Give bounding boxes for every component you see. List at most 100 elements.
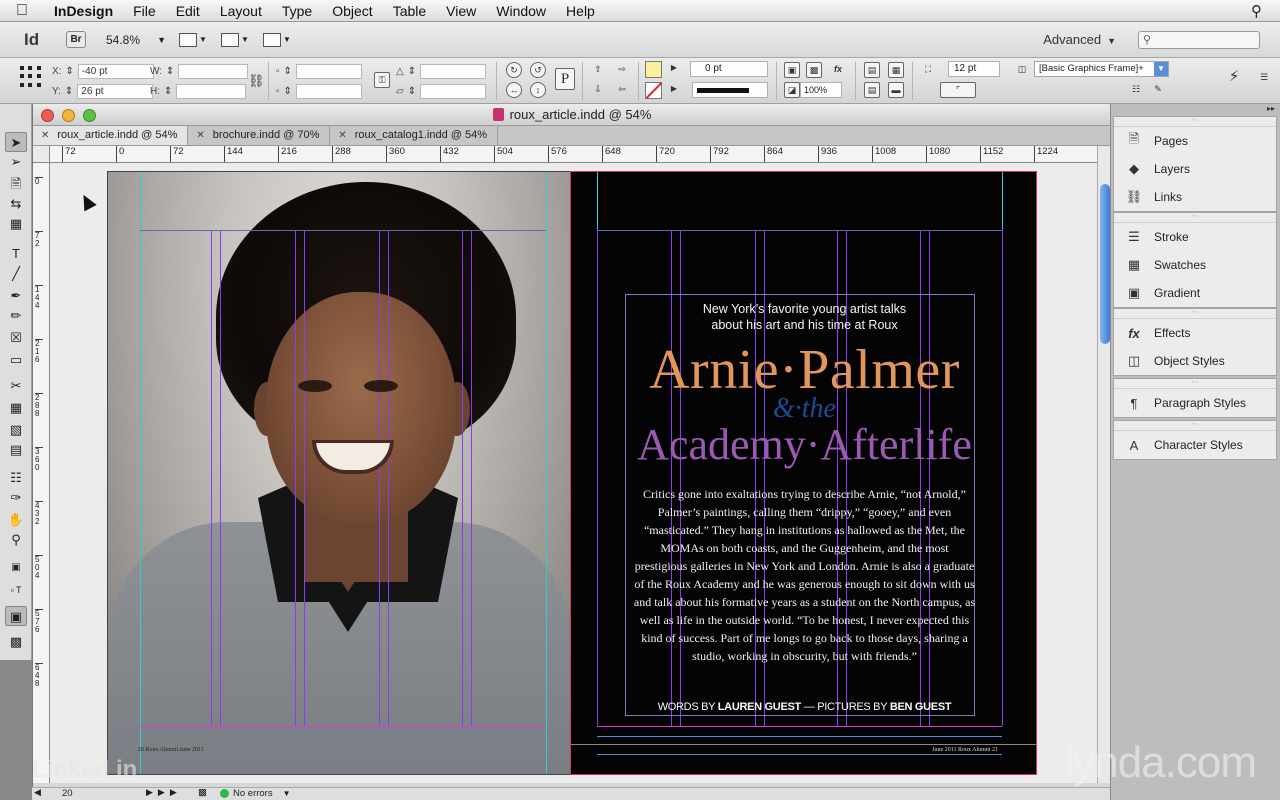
free-transform-tool-icon[interactable]: ▦: [5, 398, 27, 418]
gradient-swatch-tool-icon[interactable]: ▧: [5, 420, 27, 440]
align-center-icon[interactable]: ▬: [888, 82, 904, 98]
pen-tool-icon[interactable]: ✒: [5, 286, 27, 306]
text-wrap-none-icon[interactable]: ▤: [864, 62, 880, 78]
article-byline[interactable]: WORDS BY LAUREN GUEST — PICTURES BY BEN …: [571, 701, 1036, 713]
zoom-level-dropdown[interactable]: 54.8% ▼: [102, 30, 166, 50]
scale-y-field[interactable]: ▫ ⇕: [276, 83, 362, 99]
vertical-ruler[interactable]: 0 72 144 216 288 360 432 504 576 648: [33, 163, 50, 783]
view-options-button[interactable]: ▼: [178, 30, 208, 50]
type-tool-icon[interactable]: T: [5, 244, 27, 264]
scale-x-field[interactable]: ▫ ⇕: [276, 63, 362, 79]
panel-grip[interactable]: ⋯: [1114, 421, 1276, 431]
menu-help[interactable]: Help: [556, 0, 605, 22]
stepper-icon[interactable]: ⇕: [408, 66, 416, 77]
menu-type[interactable]: Type: [272, 0, 322, 22]
corner-options-icon[interactable]: ⌜: [940, 82, 976, 98]
rotate-cw-icon[interactable]: ↻: [506, 62, 522, 78]
page-navigation-icons[interactable]: ▶▶▶: [146, 787, 182, 798]
spotlight-search-icon[interactable]: ⚲: [1251, 2, 1262, 20]
select-previous-icon[interactable]: ⇦: [614, 82, 630, 98]
ruler-origin[interactable]: [33, 146, 50, 163]
scale-lock-icon[interactable]: ⚿: [374, 72, 390, 88]
x-position-field[interactable]: X: ⇕ -40 pt: [52, 63, 154, 79]
stroke-dropdown-icon[interactable]: ▶: [666, 82, 682, 98]
stepper-icon[interactable]: ⇕: [65, 66, 73, 77]
constrain-proportions-icon[interactable]: ⛓: [248, 74, 265, 90]
tab-brochure[interactable]: ✕ brochure.indd @ 70%: [188, 126, 331, 145]
rotate-ccw-icon[interactable]: ↺: [530, 62, 546, 78]
stepper-icon[interactable]: ⇕: [164, 86, 172, 97]
bridge-button[interactable]: Br: [66, 31, 86, 48]
x-value[interactable]: -40 pt: [77, 63, 154, 79]
article-deck[interactable]: New York’s favorite young artist talks a…: [571, 301, 1036, 333]
menu-app[interactable]: InDesign: [44, 0, 123, 22]
stroke-type-dropdown[interactable]: [692, 82, 768, 98]
edit-frame-icon[interactable]: ✎: [1150, 82, 1166, 98]
menu-object[interactable]: Object: [322, 0, 382, 22]
object-style-dropdown[interactable]: [Basic Graphics Frame]+ ▼: [1034, 61, 1169, 77]
menu-window[interactable]: Window: [486, 0, 556, 22]
panel-grip[interactable]: ⋯: [1114, 213, 1276, 223]
zoom-tool-icon[interactable]: ⚲: [5, 530, 27, 550]
close-tab-icon[interactable]: ✕: [196, 130, 204, 141]
preflight-status[interactable]: No errors ▼: [220, 788, 291, 799]
page-tool-icon[interactable]: 🗎: [5, 174, 27, 194]
workspace-switcher[interactable]: Advanced ▼: [1043, 32, 1116, 47]
article-body[interactable]: Critics gone into exaltations trying to …: [633, 485, 976, 665]
gap-tool-icon[interactable]: ⇆: [5, 194, 27, 214]
stepper-icon[interactable]: ⇕: [166, 66, 174, 77]
first-page-icon[interactable]: ◀: [34, 787, 41, 798]
select-container-icon[interactable]: ⇧: [590, 62, 606, 78]
stepper-icon[interactable]: ⇕: [408, 86, 416, 97]
screen-mode-icon[interactable]: ▩: [5, 632, 27, 652]
tab-roux-catalog[interactable]: ✕ roux_catalog1.indd @ 54%: [330, 126, 499, 145]
scale-y-value[interactable]: [295, 83, 362, 99]
panel-grip[interactable]: ⋯: [1114, 379, 1276, 389]
preflight-menu-icon[interactable]: ▩: [198, 787, 207, 798]
y-value[interactable]: 26 pt: [77, 83, 154, 99]
scroll-thumb[interactable]: [1100, 184, 1110, 344]
direct-selection-tool-icon[interactable]: ➢: [5, 152, 27, 172]
vertical-scrollbar[interactable]: [1097, 146, 1111, 783]
apple-menu-icon[interactable]: : [0, 2, 44, 20]
reference-point-icon[interactable]: [20, 66, 42, 88]
flip-v-icon[interactable]: ↕: [530, 82, 546, 98]
stroke-swatch[interactable]: [645, 82, 662, 99]
panel-stroke[interactable]: ☰ Stroke: [1114, 223, 1276, 251]
drop-shadow-icon[interactable]: ▣: [784, 62, 800, 78]
opacity-field[interactable]: 100%: [800, 82, 842, 98]
shear-value[interactable]: [420, 83, 487, 99]
selection-tool-icon[interactable]: ➤: [5, 132, 27, 152]
menu-file[interactable]: File: [123, 0, 166, 22]
scale-x-value[interactable]: [295, 63, 362, 79]
panel-gradient[interactable]: ▣ Gradient: [1114, 279, 1276, 307]
rotation-field[interactable]: △ ⇕: [396, 63, 487, 79]
formatting-affects-icon[interactable]: ▫ T: [5, 580, 27, 600]
panel-swatches[interactable]: ▦ Swatches: [1114, 251, 1276, 279]
fx-icon[interactable]: fx: [830, 62, 846, 78]
content-collector-icon[interactable]: ▦: [5, 214, 27, 234]
auto-fit-icon[interactable]: ⛶: [920, 62, 936, 78]
close-tab-icon[interactable]: ✕: [41, 130, 49, 141]
shear-field[interactable]: ▱ ⇕: [396, 83, 487, 99]
note-tool-icon[interactable]: ☷: [5, 468, 27, 488]
menu-table[interactable]: Table: [383, 0, 436, 22]
right-page[interactable]: New York’s favorite young artist talks a…: [570, 171, 1037, 775]
scissors-tool-icon[interactable]: ✂: [5, 376, 27, 396]
panel-menu-icon[interactable]: ☰: [1256, 70, 1272, 86]
screen-mode-button[interactable]: ▼: [220, 30, 250, 50]
hand-tool-icon[interactable]: ✋: [5, 510, 27, 530]
pencil-tool-icon[interactable]: ✏: [5, 306, 27, 326]
select-content-icon[interactable]: ⇩: [590, 82, 606, 98]
object-effects-icon[interactable]: ▩: [806, 62, 822, 78]
gradient-feather-tool-icon[interactable]: ▤: [5, 440, 27, 460]
panel-grip[interactable]: ⋯: [1114, 309, 1276, 319]
headline-primary[interactable]: Arnie·Palmer: [571, 340, 1036, 400]
gutter-field[interactable]: 12 pt: [948, 61, 1000, 77]
text-wrap-box-icon[interactable]: ▦: [888, 62, 904, 78]
stepper-icon[interactable]: ⇕: [284, 86, 292, 97]
stroke-weight-field[interactable]: 0 pt: [690, 61, 768, 77]
panel-links[interactable]: ⛓ Links: [1114, 183, 1276, 211]
fill-dropdown-icon[interactable]: ▶: [666, 61, 682, 77]
pasteboard[interactable]: 20 Roux Alumni June 2011 New York’s favo: [50, 163, 1097, 783]
